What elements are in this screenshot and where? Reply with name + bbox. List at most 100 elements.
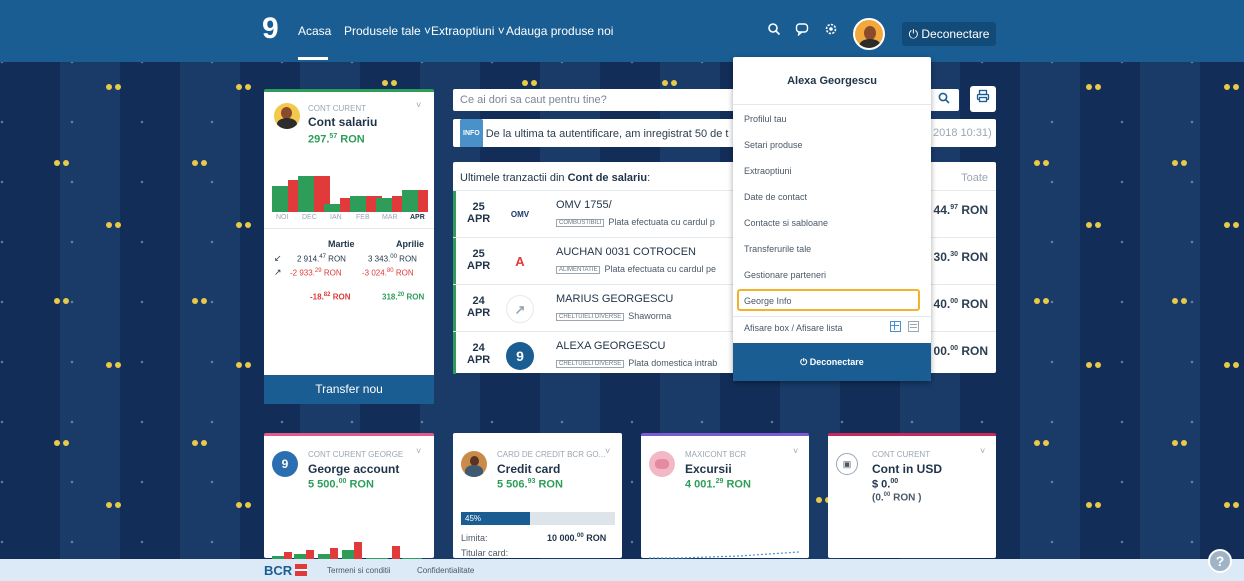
menu-item-profile[interactable]: Profilul tau [744, 114, 787, 124]
privacy-link[interactable]: Confidentialitate [417, 566, 474, 575]
omv-logo-icon: OMV [506, 201, 534, 229]
account-title: Excursii [685, 462, 732, 476]
owl-decoration [190, 298, 210, 306]
account-balance: 5 506.93 RON [497, 478, 563, 491]
dropdown-logout-button[interactable]: ⏻ Deconectare [733, 343, 931, 381]
outgoing-arrow-icon: ↗ [274, 267, 282, 277]
info-text: De la ultima ta autentificare, am inregi… [485, 127, 729, 140]
chevron-down-icon[interactable]: ˅ [980, 446, 985, 456]
month-label: MAR [382, 214, 398, 221]
limit-amount: 10 000.00 RON [547, 533, 607, 543]
chevron-down-icon[interactable]: ˅ [605, 446, 610, 456]
transaction-category: ALIMENTATIE Plata efectuata cu cardul pe [556, 264, 716, 274]
auchan-logo-icon: A [506, 248, 534, 276]
chart-bar [376, 198, 392, 212]
account-type: CONT CURENT [308, 104, 367, 113]
owl-decoration [234, 84, 254, 92]
info-date: 2018 10:31) [933, 127, 992, 139]
chevron-down-icon[interactable]: ˅ [416, 100, 421, 110]
menu-item-contact-data[interactable]: Date de contact [744, 192, 807, 202]
nav-extraoptions[interactable]: Extraoptiuni ˅ [431, 24, 505, 38]
owl-decoration [1222, 362, 1242, 370]
menu-item-partners[interactable]: Gestionare parteneri [744, 270, 826, 280]
balance-chart [272, 538, 422, 560]
card-holder-label: Titular card: [461, 548, 509, 558]
savings-card-excursii[interactable]: MAXICONT BCR ˅ Excursii 4 001.29 RON [641, 433, 809, 559]
credit-usage-bar: 45% [461, 512, 615, 525]
account-card-george[interactable]: 9 CONT CURENT GEORGE ˅ George account 5 … [264, 433, 434, 560]
owl-decoration [52, 440, 72, 448]
menu-item-contacts-templates[interactable]: Contacte si sabloane [744, 218, 828, 228]
account-balance-ron: (0.00 RON ) [872, 492, 922, 504]
credit-card-card[interactable]: CARD DE CREDIT BCR GO... ˅ Credit card 5… [453, 433, 622, 558]
account-balance: $ 0.00 [872, 478, 899, 491]
menu-item-product-settings[interactable]: Setari produse [744, 140, 803, 150]
search-icon[interactable] [765, 22, 783, 40]
george-logo[interactable]: 9 [262, 14, 284, 46]
balance-chart [272, 172, 428, 212]
month-label: FEB [356, 214, 370, 221]
menu-item-transfers[interactable]: Transferurile tale [744, 244, 811, 254]
user-dropdown-menu: Alexa Georgescu Profilul tau Setari prod… [733, 57, 931, 381]
divider [264, 228, 434, 229]
month-label: NOI [276, 214, 289, 221]
limit-label: Limita: [461, 533, 488, 543]
account-title: Cont salariu [308, 115, 378, 129]
account-title: George account [308, 462, 400, 476]
user-name: Alexa Georgescu [787, 75, 877, 87]
owl-decoration [1222, 222, 1242, 230]
usd-account-card[interactable]: ▣ CONT CURENT ˅ Cont in USD $ 0.00 (0.00… [828, 433, 996, 558]
owl-decoration [104, 502, 124, 510]
chat-icon[interactable] [793, 22, 811, 40]
chart-bar [298, 176, 314, 212]
chevron-down-icon[interactable]: ˅ [793, 446, 798, 456]
owl-decoration [1084, 84, 1104, 92]
chevron-down-icon[interactable]: ˅ [416, 446, 421, 456]
owl-decoration [1032, 298, 1052, 306]
owl-decoration [660, 80, 680, 88]
transfer-arrow-icon: ↗ [506, 295, 534, 323]
terms-link[interactable]: Termeni si conditii [327, 566, 391, 575]
transaction-category: COMBUSTIBILI Plata efectuata cu cardul p [556, 217, 715, 227]
credit-card-avatar [461, 451, 487, 477]
owl-decoration [1170, 298, 1190, 306]
account-type: MAXICONT BCR [685, 450, 747, 459]
nav-products[interactable]: Produsele tale ˅ [344, 24, 431, 38]
account-type: CARD DE CREDIT BCR GO... [497, 450, 606, 459]
logout-button[interactable]: ⏻ Deconectare [902, 22, 996, 46]
owl-decoration [1170, 160, 1190, 168]
box-view-icon[interactable] [890, 321, 901, 332]
owl-decoration [1032, 440, 1052, 448]
owl-decoration [104, 362, 124, 370]
transaction-category: CHELTUIELI DIVERSE Plata domestica intrab [556, 358, 717, 368]
help-button[interactable]: ? [1208, 549, 1232, 573]
print-icon[interactable] [970, 86, 996, 112]
transaction-category: CHELTUIELI DIVERSE Shaworma [556, 311, 671, 321]
month-label: DEC [302, 214, 317, 221]
transaction-amount: 44.97 RON [933, 203, 988, 217]
outgoing-march: -2 933.29 RON [290, 268, 342, 278]
transactions-heading: Ultimele tranzactii din Cont de salariu: [460, 172, 651, 184]
owl-decoration [1084, 362, 1104, 370]
list-view-icon[interactable] [908, 321, 919, 332]
account-title: Cont in USD [872, 462, 942, 476]
owl-decoration [1084, 502, 1104, 510]
owl-decoration [1084, 222, 1104, 230]
new-transfer-button[interactable]: Transfer nou [264, 375, 434, 404]
transaction-date: 24 APR [467, 342, 491, 366]
footer: BCR Termeni si conditii Confidentialitat… [0, 559, 1244, 581]
search-icon[interactable] [931, 89, 957, 111]
view-all-link[interactable]: Toate [961, 172, 988, 184]
george-logo-icon: 9 [272, 451, 298, 477]
gear-icon[interactable] [822, 22, 840, 40]
menu-item-extraoptions[interactable]: Extraoptiuni [744, 166, 792, 176]
money-icon: ▣ [836, 453, 858, 475]
user-avatar[interactable] [853, 18, 885, 50]
nav-home[interactable]: Acasa [298, 24, 331, 38]
menu-item-george-info[interactable]: George Info [744, 296, 792, 306]
account-type: CONT CURENT GEORGE [308, 450, 404, 459]
nav-add-products[interactable]: Adauga produse noi [506, 24, 613, 38]
owl-decoration [520, 80, 540, 88]
salary-account-card[interactable]: CONT CURENT ˅ Cont salariu 297.57 RON NO… [264, 89, 434, 404]
account-title: Credit card [497, 462, 561, 476]
